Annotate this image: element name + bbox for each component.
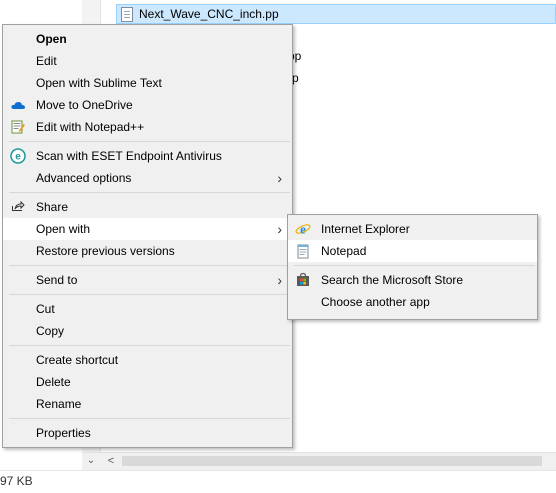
menu-item-open[interactable]: Open	[3, 28, 292, 50]
chevron-down-icon[interactable]: ⌄	[84, 454, 98, 468]
menu-item-label: Restore previous versions	[36, 244, 175, 258]
file-name: Next_Wave_CNC_inch.pp	[139, 7, 279, 21]
share-icon	[12, 200, 25, 211]
menu-item-label: Properties	[36, 426, 91, 440]
scroll-left-icon[interactable]: <	[104, 454, 118, 468]
menu-item-label: Copy	[36, 324, 65, 338]
menu-item-edit[interactable]: Edit	[3, 50, 292, 72]
chevron-right-icon: ›	[277, 221, 282, 237]
menu-separator	[9, 294, 290, 295]
menu-item-open-with[interactable]: Open with ›	[3, 218, 292, 240]
context-menu: Open Edit Open with Sublime Text Move to…	[2, 24, 293, 448]
menu-separator	[9, 345, 290, 346]
status-size: 97 KB	[0, 474, 33, 488]
selected-file-row[interactable]: Next_Wave_CNC_inch.pp	[116, 4, 556, 24]
menu-item-label: Choose another app	[321, 295, 430, 309]
menu-separator	[9, 265, 290, 266]
menu-item-label: Open	[36, 32, 67, 46]
menu-item-label: Notepad	[321, 244, 367, 258]
menu-item-label: Send to	[36, 273, 78, 287]
menu-item-label: Create shortcut	[36, 353, 119, 367]
menu-item-label: Open with Sublime Text	[36, 76, 162, 90]
svg-text:e: e	[300, 222, 306, 237]
menu-item-label: Edit with Notepad++	[36, 120, 145, 134]
internet-explorer-icon: e	[295, 222, 311, 237]
menu-item-label: Share	[36, 200, 69, 214]
menu-item-label: Internet Explorer	[321, 222, 410, 236]
menu-item-copy[interactable]: Copy	[3, 320, 292, 342]
status-bar: 97 KB	[0, 470, 556, 493]
menu-item-advanced-options[interactable]: Advanced options ›	[3, 167, 292, 189]
notepad-plus-plus-icon	[11, 120, 25, 134]
menu-item-restore-versions[interactable]: Restore previous versions	[3, 240, 292, 262]
open-with-submenu: e Internet Explorer Notepad Search the M…	[287, 214, 538, 320]
cloud-icon	[11, 102, 25, 109]
menu-separator	[294, 265, 535, 266]
horizontal-scrollbar[interactable]: ⌄ <	[82, 452, 556, 470]
svg-text:e: e	[15, 152, 21, 163]
menu-item-send-to[interactable]: Send to ›	[3, 269, 292, 291]
menu-item-label: Scan with ESET Endpoint Antivirus	[36, 149, 222, 163]
menu-item-edit-notepadpp[interactable]: Edit with Notepad++	[3, 116, 292, 138]
notepad-icon	[297, 244, 309, 259]
menu-item-rename[interactable]: Rename	[3, 393, 292, 415]
menu-item-search-store[interactable]: Search the Microsoft Store	[288, 269, 537, 291]
menu-separator	[9, 141, 290, 142]
chevron-right-icon: ›	[277, 272, 282, 288]
chevron-right-icon: ›	[277, 170, 282, 186]
menu-item-move-onedrive[interactable]: Move to OneDrive	[3, 94, 292, 116]
eset-icon: e	[10, 148, 26, 164]
menu-item-delete[interactable]: Delete	[3, 371, 292, 393]
menu-item-notepad[interactable]: Notepad	[288, 240, 537, 262]
scroll-thumb[interactable]	[122, 456, 542, 466]
menu-item-scan-eset[interactable]: e Scan with ESET Endpoint Antivirus	[3, 145, 292, 167]
menu-item-label: Rename	[36, 397, 82, 411]
menu-item-share[interactable]: Share	[3, 196, 292, 218]
menu-item-label: Delete	[36, 375, 71, 389]
menu-item-label: Advanced options	[36, 171, 132, 185]
file-icon	[121, 6, 133, 22]
menu-item-label: Edit	[36, 54, 57, 68]
menu-separator	[9, 192, 290, 193]
menu-item-choose-app[interactable]: Choose another app	[288, 291, 537, 313]
menu-item-create-shortcut[interactable]: Create shortcut	[3, 349, 292, 371]
menu-item-internet-explorer[interactable]: e Internet Explorer	[288, 218, 537, 240]
menu-item-label: Open with	[36, 222, 91, 236]
menu-item-label: Move to OneDrive	[36, 98, 133, 112]
menu-item-label: Cut	[36, 302, 55, 316]
menu-item-open-sublime[interactable]: Open with Sublime Text	[3, 72, 292, 94]
store-icon	[297, 272, 309, 286]
menu-item-properties[interactable]: Properties	[3, 422, 292, 444]
menu-separator	[9, 418, 290, 419]
menu-item-label: Search the Microsoft Store	[321, 273, 464, 287]
menu-item-cut[interactable]: Cut	[3, 298, 292, 320]
